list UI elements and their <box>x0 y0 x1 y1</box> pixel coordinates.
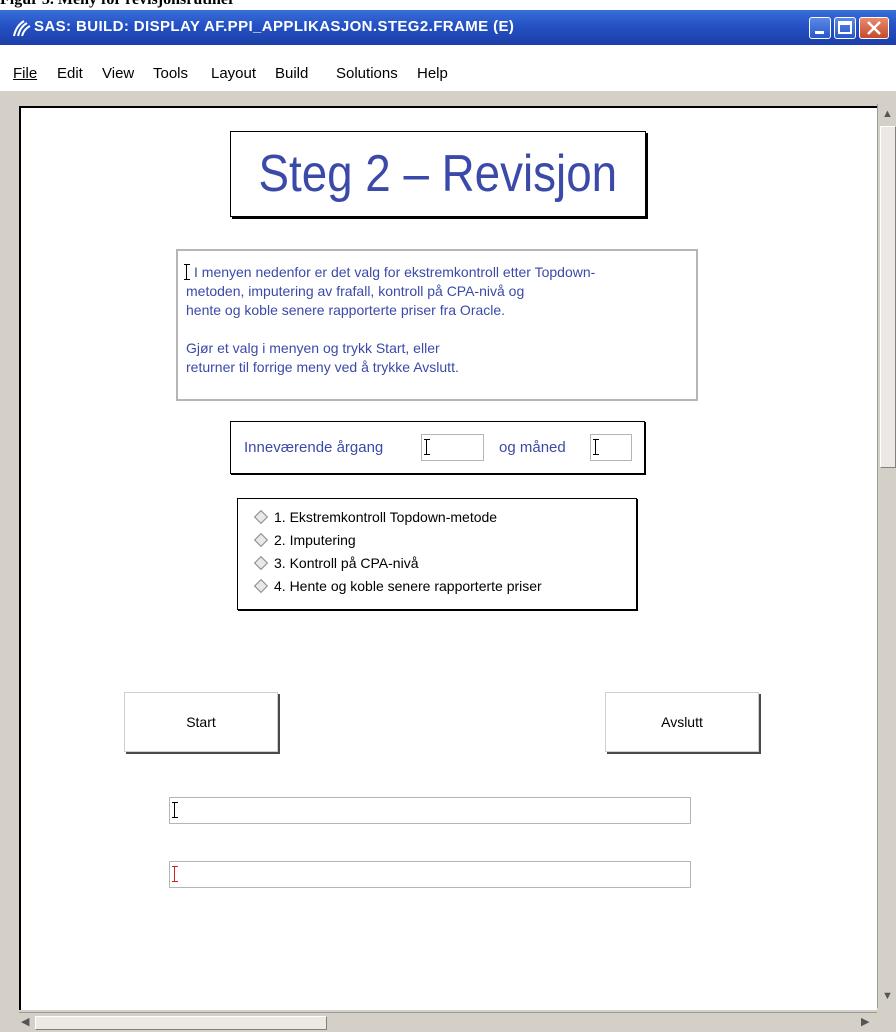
radio-diamond-icon <box>253 555 269 570</box>
info-line: I menyen nedenfor er det valg for ekstre… <box>184 263 688 282</box>
radio-diamond-icon <box>253 509 269 524</box>
info-line: Gjør et valg i menyen og trykk Start, el… <box>186 340 440 356</box>
scroll-down-icon[interactable]: ▼ <box>882 990 893 1002</box>
minimize-button[interactable] <box>809 17 831 39</box>
window-title: SAS: BUILD: DISPLAY AF.PPI_APPLIKASJON.S… <box>34 18 515 35</box>
text-cursor-icon <box>172 802 181 818</box>
year-input[interactable] <box>421 434 484 461</box>
maximize-button[interactable] <box>834 17 856 39</box>
maximize-icon <box>838 21 852 34</box>
month-label: og måned <box>499 439 566 456</box>
scroll-right-icon[interactable]: ▶ <box>861 1016 869 1028</box>
radio-option-4[interactable]: 4. Hente og koble senere rapporterte pri… <box>238 574 636 597</box>
menu-file[interactable]: File <box>13 65 37 82</box>
radio-option-3[interactable]: 3. Kontroll på CPA-nivå <box>238 551 636 574</box>
text-cursor-icon <box>172 866 181 882</box>
message-field-2[interactable] <box>169 861 691 888</box>
close-icon <box>867 21 881 35</box>
horizontal-scroll-thumb[interactable] <box>35 1016 327 1030</box>
radio-diamond-icon <box>253 578 269 593</box>
menu-help[interactable]: Help <box>417 65 448 82</box>
month-input[interactable] <box>590 434 632 461</box>
sas-logo-icon <box>13 20 31 37</box>
title-bar[interactable]: SAS: BUILD: DISPLAY AF.PPI_APPLIKASJON.S… <box>0 10 896 45</box>
option-radio-group: 1. Ekstremkontroll Topdown-metode 2. Imp… <box>237 498 637 610</box>
document-caption: Figur 5. Meny for revisjonsrutiner <box>0 0 235 9</box>
menu-bar: File Edit View Tools Layout Build Soluti… <box>0 45 896 91</box>
info-text-box: I menyen nedenfor er det valg for ekstre… <box>176 249 698 401</box>
scroll-left-icon[interactable]: ◀ <box>21 1016 29 1028</box>
radio-option-1[interactable]: 1. Ekstremkontroll Topdown-metode <box>238 505 636 528</box>
info-line <box>186 320 688 339</box>
page-title: Steg 2 – Revisjon <box>258 145 618 203</box>
radio-option-2[interactable]: 2. Imputering <box>238 528 636 551</box>
info-line: metoden, imputering av frafall, kontroll… <box>186 283 525 299</box>
text-cursor-icon <box>184 264 193 280</box>
menu-solutions[interactable]: Solutions <box>336 65 398 82</box>
start-button[interactable]: Start <box>124 692 278 752</box>
menu-edit[interactable]: Edit <box>57 65 83 82</box>
info-line: returner til forrige meny ved å trykke A… <box>186 359 459 375</box>
vertical-scroll-thumb[interactable] <box>880 126 896 468</box>
close-button[interactable] <box>859 17 889 39</box>
menu-layout[interactable]: Layout <box>211 65 256 82</box>
text-cursor-icon <box>593 439 602 455</box>
period-box: Inneværende årgang og måned <box>230 421 645 474</box>
radio-diamond-icon <box>253 532 269 547</box>
menu-build[interactable]: Build <box>275 65 308 82</box>
message-field-1[interactable] <box>169 797 691 824</box>
text-cursor-icon <box>424 439 433 455</box>
menu-tools[interactable]: Tools <box>153 65 188 82</box>
vertical-scrollbar[interactable]: ▲ ▼ <box>877 104 896 1008</box>
year-label: Inneværende årgang <box>244 439 384 456</box>
exit-button[interactable]: Avslutt <box>605 692 759 752</box>
minimize-icon <box>815 31 824 34</box>
horizontal-scrollbar[interactable]: ◀ ▶ <box>19 1012 877 1032</box>
scroll-up-icon[interactable]: ▲ <box>882 108 893 120</box>
heading-box: Steg 2 – Revisjon <box>230 131 646 217</box>
menu-view[interactable]: View <box>102 65 134 82</box>
info-line: hente og koble senere rapporterte priser… <box>186 302 506 318</box>
